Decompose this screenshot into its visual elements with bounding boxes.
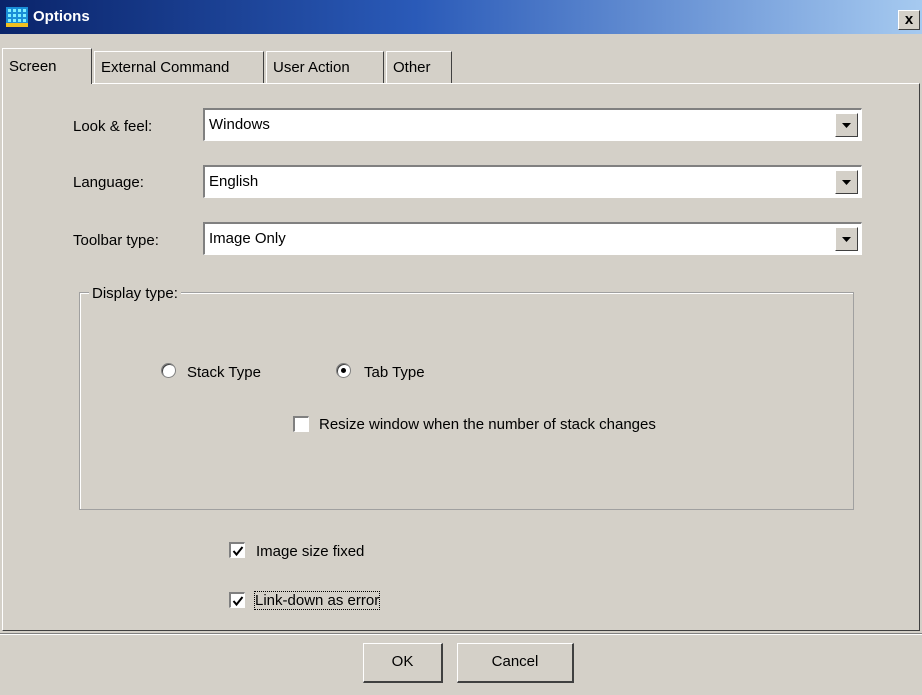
link-down-error-label[interactable]: Link-down as error bbox=[253, 591, 381, 610]
button-bar-separator bbox=[0, 633, 922, 635]
look-feel-select[interactable]: Windows bbox=[203, 108, 862, 141]
tab-user-action[interactable]: User Action bbox=[266, 51, 384, 84]
chevron-down-icon bbox=[842, 237, 851, 242]
image-size-fixed-checkbox[interactable] bbox=[229, 542, 245, 558]
checkmark-icon bbox=[232, 546, 244, 557]
chevron-down-icon bbox=[842, 123, 851, 128]
window-title: Options bbox=[33, 8, 90, 25]
link-down-error-checkbox[interactable] bbox=[229, 592, 245, 608]
look-feel-label: Look & feel: bbox=[73, 118, 153, 135]
tab-screen[interactable]: Screen bbox=[2, 48, 92, 84]
language-dropdown-button[interactable] bbox=[835, 170, 858, 194]
tab-external-command[interactable]: External Command bbox=[94, 51, 264, 84]
chevron-down-icon bbox=[842, 180, 851, 185]
toolbar-type-dropdown-button[interactable] bbox=[835, 227, 858, 251]
title-bar: Options x bbox=[0, 0, 922, 34]
cancel-button[interactable]: Cancel bbox=[457, 643, 574, 683]
resize-window-label[interactable]: Resize window when the number of stack c… bbox=[319, 416, 656, 433]
checkmark-icon bbox=[232, 596, 244, 607]
ok-button[interactable]: OK bbox=[363, 643, 443, 683]
app-grid-icon bbox=[6, 7, 28, 27]
display-type-legend: Display type: bbox=[89, 285, 181, 302]
language-label: Language: bbox=[73, 174, 144, 191]
image-size-fixed-label[interactable]: Image size fixed bbox=[256, 543, 364, 560]
tab-screen-label: Screen bbox=[9, 58, 57, 75]
radio-selected-dot bbox=[341, 368, 346, 373]
close-button[interactable]: x bbox=[898, 10, 920, 30]
display-type-group bbox=[79, 292, 854, 510]
language-select[interactable]: English bbox=[203, 165, 862, 198]
tab-other[interactable]: Other bbox=[386, 51, 452, 84]
look-feel-dropdown-button[interactable] bbox=[835, 113, 858, 137]
tab-other-label: Other bbox=[393, 59, 431, 76]
tab-type-label[interactable]: Tab Type bbox=[364, 364, 425, 381]
close-icon: x bbox=[904, 11, 914, 28]
toolbar-type-value: Image Only bbox=[209, 230, 286, 247]
tab-external-command-label: External Command bbox=[101, 59, 230, 76]
stack-type-radio[interactable] bbox=[161, 363, 176, 378]
resize-window-checkbox[interactable] bbox=[293, 416, 309, 432]
look-feel-value: Windows bbox=[209, 116, 270, 133]
tab-user-action-label: User Action bbox=[273, 59, 350, 76]
stack-type-label[interactable]: Stack Type bbox=[187, 364, 261, 381]
toolbar-type-select[interactable]: Image Only bbox=[203, 222, 862, 255]
toolbar-type-label: Toolbar type: bbox=[73, 232, 159, 249]
tab-type-radio[interactable] bbox=[336, 363, 351, 378]
language-value: English bbox=[209, 173, 259, 190]
